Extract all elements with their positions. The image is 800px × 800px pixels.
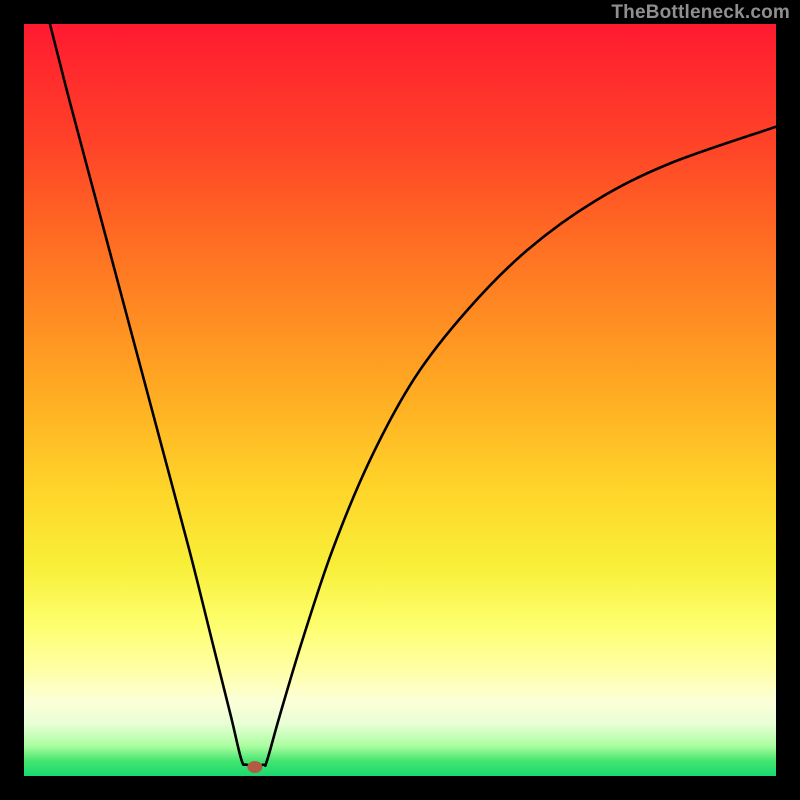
bottleneck-curve bbox=[24, 24, 776, 776]
minimum-marker bbox=[247, 761, 262, 773]
curve-path bbox=[48, 24, 776, 766]
plot-area bbox=[24, 24, 776, 776]
watermark-text: TheBottleneck.com bbox=[611, 2, 790, 24]
chart-frame: TheBottleneck.com bbox=[0, 0, 800, 800]
